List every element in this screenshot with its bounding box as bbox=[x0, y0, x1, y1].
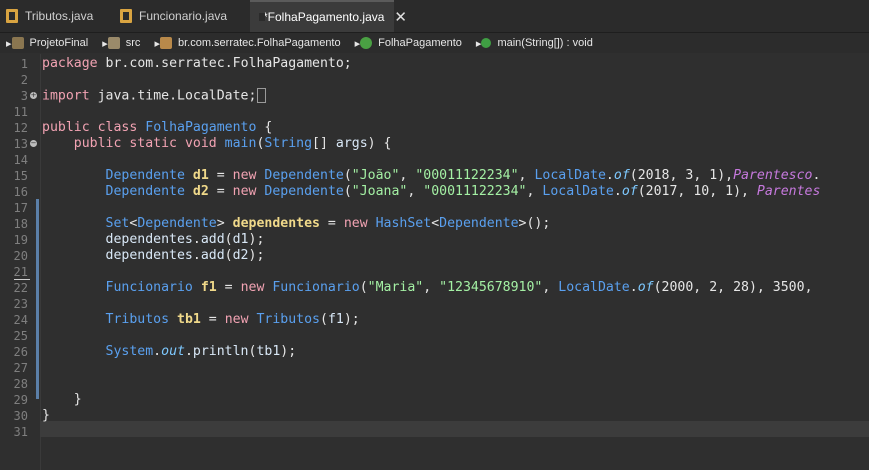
method-icon bbox=[481, 38, 492, 48]
line-number: 17 bbox=[13, 201, 28, 215]
breadcrumb: ▸ ProjetoFinal ▸ src ▸ br.com.serratec.F… bbox=[0, 33, 869, 53]
java-file-icon bbox=[6, 9, 18, 23]
line-number: 11 bbox=[13, 105, 28, 119]
code-line[interactable]: } bbox=[42, 392, 82, 408]
close-icon[interactable]: ✕ bbox=[394, 10, 407, 25]
breadcrumb-label: FolhaPagamento bbox=[378, 37, 462, 49]
collapse-fold-icon[interactable]: − bbox=[30, 140, 37, 147]
change-marker bbox=[36, 199, 39, 279]
line-number: 15 bbox=[13, 169, 28, 183]
code-line[interactable]: public static void main(String[] args) { bbox=[42, 136, 392, 152]
line-number: 26 bbox=[13, 345, 28, 359]
line-number: 14 bbox=[13, 153, 28, 167]
line-number: 27 bbox=[13, 361, 28, 375]
editor-tab-bar: Tributos.java Funcionario.java *FolhaPag… bbox=[0, 0, 869, 33]
class-icon bbox=[360, 37, 373, 49]
line-number: 18 bbox=[13, 217, 28, 231]
line-number: 2 bbox=[20, 73, 28, 87]
folded-imports-icon[interactable] bbox=[257, 88, 267, 103]
java-file-icon bbox=[120, 9, 132, 23]
code-line[interactable]: Dependente d2 = new Dependente("Joana", … bbox=[42, 184, 821, 200]
expand-fold-icon[interactable]: + bbox=[30, 92, 37, 99]
change-marker bbox=[36, 349, 39, 399]
line-number: 19 bbox=[13, 233, 28, 247]
code-editor[interactable]: 1 2 3 +11 12 13−14 15 16 17 18 19 20 21 22 23 24 25 26 27 2… bbox=[0, 54, 869, 470]
code-line[interactable]: dependentes.add(d2); bbox=[42, 248, 265, 264]
package-icon bbox=[159, 37, 172, 49]
code-line[interactable]: Tributos tb1 = new Tributos(f1); bbox=[42, 312, 360, 328]
line-number: 29 bbox=[13, 393, 28, 407]
tab-funcionario[interactable]: Funcionario.java bbox=[120, 0, 248, 32]
line-number-gutter: 1 2 3 +11 12 13−14 15 16 17 18 19 20 21 22 23 24 25 26 27 2… bbox=[0, 54, 41, 470]
code-line[interactable]: } bbox=[42, 408, 50, 424]
breadcrumb-label: ProjetoFinal bbox=[29, 37, 89, 49]
code-line[interactable]: System.out.println(tb1); bbox=[42, 344, 297, 360]
breadcrumb-label: src bbox=[125, 37, 141, 49]
line-number: 22 bbox=[13, 281, 28, 295]
project-icon bbox=[11, 37, 24, 49]
code-line[interactable]: Funcionario f1 = new Funcionario("Maria"… bbox=[42, 280, 820, 296]
breadcrumb-item-package[interactable]: br.com.serratec.FolhaPagamento bbox=[159, 37, 341, 49]
line-number: 28 bbox=[13, 377, 28, 391]
tab-folhapagamento[interactable]: *FolhaPagamento.java ✕ bbox=[250, 0, 407, 32]
line-number: 3 bbox=[20, 89, 28, 103]
code-line[interactable]: dependentes.add(d1); bbox=[42, 232, 265, 248]
tab-tributos[interactable]: Tributos.java bbox=[6, 0, 106, 32]
current-line-highlight bbox=[40, 421, 869, 437]
breadcrumb-label: main(String[]) : void bbox=[497, 37, 593, 49]
line-number: 23 bbox=[13, 297, 28, 311]
code-line[interactable]: Dependente d1 = new Dependente("João", "… bbox=[42, 168, 821, 184]
line-number: 31 bbox=[13, 425, 28, 439]
breadcrumb-item-src[interactable]: src bbox=[107, 37, 141, 49]
breadcrumb-label: br.com.serratec.FolhaPagamento bbox=[177, 37, 341, 49]
line-number: 21 bbox=[13, 265, 28, 279]
line-number: 20 bbox=[13, 249, 28, 263]
code-line[interactable]: public class FolhaPagamento { bbox=[42, 120, 272, 136]
breadcrumb-item-method[interactable]: main(String[]) : void bbox=[481, 37, 593, 49]
line-number: 12 bbox=[13, 121, 28, 135]
line-number: 24 bbox=[13, 313, 28, 327]
tab-label: Tributos.java bbox=[25, 9, 94, 23]
breadcrumb-item-project[interactable]: ProjetoFinal bbox=[11, 37, 89, 49]
code-area[interactable]: package br.com.serratec.FolhaPagamento; i… bbox=[40, 54, 869, 470]
line-number: 30 bbox=[13, 409, 28, 423]
code-line[interactable]: package br.com.serratec.FolhaPagamento; bbox=[42, 56, 352, 72]
line-number: 1 bbox=[20, 57, 28, 71]
tab-label: *FolhaPagamento.java bbox=[263, 10, 385, 24]
source-folder-icon bbox=[107, 37, 120, 49]
line-number: 25 bbox=[13, 329, 28, 343]
breadcrumb-item-class[interactable]: FolhaPagamento bbox=[360, 37, 462, 49]
line-number: 16 bbox=[13, 185, 28, 199]
line-number: 13 bbox=[13, 137, 28, 151]
code-line[interactable]: import java.time.LocalDate; bbox=[42, 88, 267, 104]
code-line[interactable]: Set<Dependente> dependentes = new HashSe… bbox=[42, 216, 551, 232]
tab-label: Funcionario.java bbox=[139, 9, 228, 23]
change-marker bbox=[36, 279, 39, 349]
